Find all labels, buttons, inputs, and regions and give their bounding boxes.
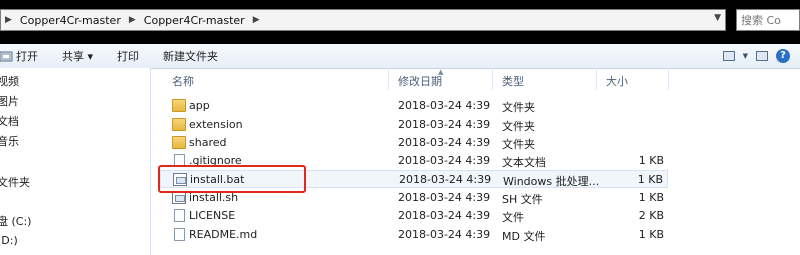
help-icon[interactable]: ?	[776, 49, 790, 63]
file-size: 1 KB	[638, 228, 664, 241]
new-folder-button[interactable]: 新建文件夹	[151, 48, 230, 64]
file-name: README.md	[189, 228, 258, 241]
file-type: 文件	[502, 211, 524, 224]
file-type: Windows 批处理...	[503, 175, 600, 188]
print-label: 打印	[117, 50, 140, 63]
file-type: 文件夹	[502, 138, 535, 151]
share-label: 共享 ▾	[62, 50, 94, 63]
breadcrumb-arrow-icon[interactable]: ▶	[125, 15, 140, 25]
column-header-name[interactable]: 名称	[172, 73, 194, 89]
open-label: 打开	[16, 50, 38, 63]
preview-pane-icon[interactable]	[756, 51, 768, 61]
annotation-highlight-box	[158, 165, 306, 193]
command-bar: 打开 共享 ▾ 打印 新建文件夹 ▼ ?	[0, 44, 800, 69]
file-size: 2 KB	[638, 209, 664, 222]
file-date: 2018-03-24 4:39	[398, 209, 491, 222]
file-size: 1 KB	[638, 191, 664, 204]
file-date: 2018-03-24 4:39	[398, 99, 491, 112]
navigation-pane: 视频 图片 文档 音乐 文件夹 盘 (C:) (D:)	[0, 68, 151, 255]
file-row[interactable]: LICENSE 2018-03-24 4:39 文件 2 KB	[160, 207, 668, 225]
new-folder-label: 新建文件夹	[163, 50, 219, 63]
file-row[interactable]: app 2018-03-24 4:39 文件夹	[160, 97, 668, 115]
file-date: 2018-03-24 4:39	[398, 136, 491, 149]
view-controls: ▼ ?	[722, 49, 800, 63]
nav-item-music[interactable]: 音乐	[0, 133, 19, 149]
nav-item-documents[interactable]: 文档	[0, 113, 19, 129]
open-icon	[0, 51, 13, 62]
breadcrumb-arrow-icon[interactable]: ▶	[1, 15, 16, 25]
file-row[interactable]: README.md 2018-03-24 4:39 MD 文件 1 KB	[160, 226, 668, 244]
column-divider[interactable]	[388, 68, 389, 90]
file-row[interactable]: extension 2018-03-24 4:39 文件夹	[160, 116, 668, 134]
file-name: LICENSE	[189, 209, 236, 222]
search-box[interactable]: 搜索 Co	[736, 9, 800, 31]
file-name: app	[189, 99, 210, 112]
file-name: shared	[189, 136, 227, 149]
nav-item-folder[interactable]: 文件夹	[0, 174, 30, 190]
open-button[interactable]: 打开	[0, 48, 50, 64]
folder-icon	[172, 136, 186, 149]
nav-item-drive-c[interactable]: 盘 (C:)	[0, 213, 31, 229]
file-size: 1 KB	[637, 173, 663, 186]
file-date: 2018-03-24 4:39	[398, 191, 491, 204]
file-date: 2018-03-24 4:39	[398, 118, 491, 131]
search-input[interactable]: 搜索 Co	[741, 12, 781, 28]
nav-item-pictures[interactable]: 图片	[0, 93, 19, 109]
file-type: MD 文件	[502, 230, 546, 243]
file-type: 文件夹	[502, 101, 535, 114]
share-button[interactable]: 共享 ▾	[50, 48, 105, 64]
nav-item-videos[interactable]: 视频	[0, 73, 19, 89]
address-dropdown-icon[interactable]: ▼	[714, 13, 721, 23]
nav-item-drive-d[interactable]: (D:)	[0, 234, 18, 247]
file-icon	[174, 228, 185, 241]
file-date: 2018-03-24 4:39	[399, 173, 492, 186]
file-date: 2018-03-24 4:39	[398, 228, 491, 241]
file-date: 2018-03-24 4:39	[398, 154, 491, 167]
title-bar-area: ▶ Copper4Cr-master ▶ Copper4Cr-master ▶ …	[0, 0, 800, 44]
file-type: SH 文件	[502, 193, 543, 206]
file-size: 1 KB	[638, 154, 664, 167]
column-header-date[interactable]: 修改日期	[398, 73, 442, 89]
file-name: extension	[189, 118, 243, 131]
file-type: 文件夹	[502, 120, 535, 133]
view-dropdown-icon[interactable]: ▼	[743, 52, 748, 60]
address-bar[interactable]: ▶ Copper4Cr-master ▶ Copper4Cr-master ▶ …	[0, 9, 726, 31]
file-type: 文本文档	[502, 156, 546, 169]
file-row[interactable]: shared 2018-03-24 4:39 文件夹	[160, 134, 668, 152]
column-divider[interactable]	[668, 68, 669, 90]
breadcrumb-arrow-icon[interactable]: ▶	[249, 15, 264, 25]
folder-icon	[172, 118, 186, 131]
column-divider[interactable]	[492, 68, 493, 90]
column-header-type[interactable]: 类型	[502, 73, 524, 89]
column-header-size[interactable]: 大小	[606, 73, 628, 89]
breadcrumb-item[interactable]: Copper4Cr-master	[16, 14, 125, 27]
breadcrumb-item[interactable]: Copper4Cr-master	[140, 14, 249, 27]
view-options-icon[interactable]	[722, 51, 735, 61]
print-button[interactable]: 打印	[105, 48, 151, 64]
folder-icon	[172, 99, 186, 112]
column-divider[interactable]	[596, 68, 597, 90]
file-icon	[174, 209, 185, 222]
column-headers: ▲ 名称 修改日期 类型 大小	[160, 68, 780, 90]
